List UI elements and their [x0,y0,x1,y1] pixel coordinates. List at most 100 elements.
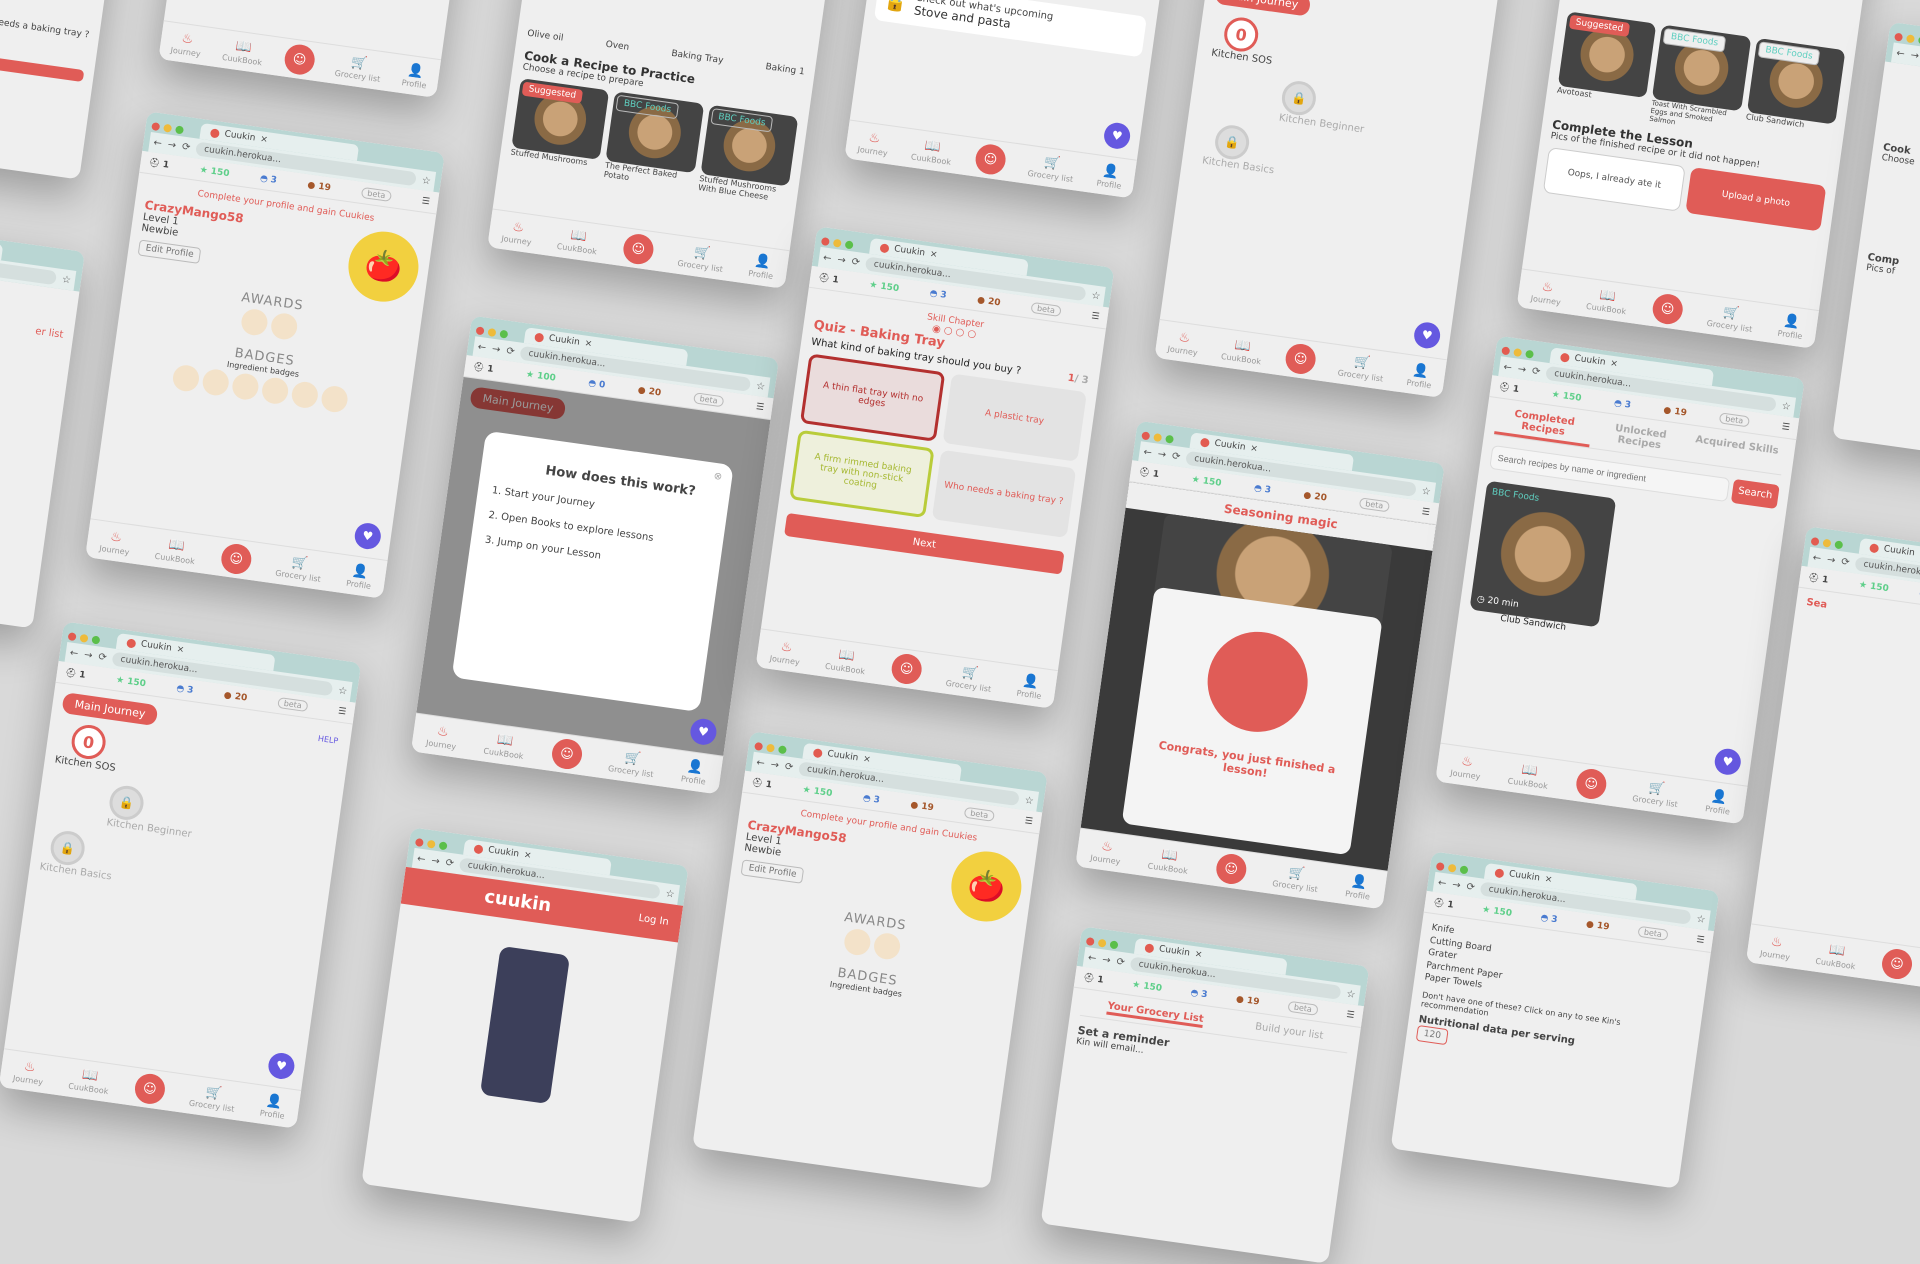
nav-grocery[interactable]: 🛒 Grocery list [1027,152,1076,183]
edit-profile-button[interactable]: Edit Profile [740,859,805,884]
nav-cuukbook[interactable]: 📖 CuukBook [910,136,953,167]
chat-button[interactable]: ♥ [266,1051,297,1081]
address-bar[interactable]: cuukin.herokua... [0,241,58,286]
star-icon[interactable]: ☆ [1696,913,1706,925]
nav-journey[interactable]: ♨ Journey [857,129,890,158]
mascot-button[interactable]: ☺ [1574,767,1609,801]
menu-icon[interactable]: ☰ [1024,816,1033,827]
nav-cuukbook[interactable]: 📖 CuukBook [68,1065,111,1096]
mascot-button[interactable]: ☺ [219,542,254,576]
lock-node[interactable]: 🔒 [1279,78,1319,118]
mascot-button[interactable]: ☺ [1214,852,1249,886]
answer-option[interactable]: A plastic tray [942,373,1087,462]
close-tab-icon[interactable]: × [929,249,938,260]
nav-grocery[interactable]: 🛒 Grocery list [677,242,726,273]
recipe-card[interactable]: BBC Foods The Perfect Baked Potato [603,91,704,191]
close-tab-icon[interactable]: × [176,644,185,655]
mascot-button[interactable]: ☺ [1879,947,1914,981]
reload-button[interactable]: ⟳ [98,651,108,663]
reload-button[interactable]: ⟳ [445,857,455,869]
tab-unlocked-recipes[interactable]: Unlocked Recipes [1590,420,1689,461]
nav-journey[interactable]: ♨ Journey [1090,837,1123,866]
mascot-button[interactable]: ☺ [973,142,1008,177]
back-button[interactable]: ← [822,252,832,264]
back-button[interactable]: ← [1812,552,1822,564]
tab-grocery-list[interactable]: Your Grocery List [1106,1000,1205,1028]
star-icon[interactable]: ☆ [1091,290,1101,302]
nav-cuukbook[interactable]: 📖 CuukBook [1507,760,1550,791]
window-controls[interactable] [1435,861,1469,874]
menu-icon[interactable]: ☰ [755,402,764,413]
nav-journey[interactable]: ♨ Journey [1167,328,1200,357]
forward-button[interactable]: → [1517,363,1527,375]
answer-wrong[interactable]: A thin flat tray with no edges [799,353,945,442]
tab-completed-recipes[interactable]: Completed Recipes [1494,406,1593,448]
chat-button[interactable]: ♥ [1102,121,1132,151]
window-controls[interactable] [151,121,185,134]
reload-button[interactable]: ⟳ [784,761,794,773]
back-button[interactable]: ← [1087,952,1097,964]
lock-node[interactable]: 🔒 [48,828,87,868]
star-icon[interactable]: ☆ [1421,485,1431,497]
tomato-avatar[interactable]: 🍅 [946,846,1026,927]
recipe-card[interactable]: Suggested Stuffed Mushrooms [509,78,610,178]
star-icon[interactable]: ☆ [1781,400,1791,412]
menu-icon[interactable]: ☰ [1421,507,1430,518]
back-button[interactable]: ← [1896,48,1906,60]
nav-cuukbook[interactable]: 📖 CuukBook [1815,940,1858,971]
nav-profile[interactable]: 👤 Profile [748,252,776,281]
browser-tab[interactable]: Cuukin× [0,223,4,261]
reload-button[interactable]: ⟳ [506,345,516,357]
reload-button[interactable]: ⟳ [851,256,861,268]
answer-option[interactable]: Who needs a baking tray ? [931,449,1077,538]
nav-cuukbook[interactable]: 📖 CuukBook [1586,285,1629,316]
nav-journey[interactable]: ♨ Journey [170,29,203,59]
nav-journey[interactable]: ♨ Journey [501,218,534,247]
star-icon[interactable]: ☆ [421,175,431,187]
back-button[interactable]: ← [1503,361,1513,373]
close-tab-icon[interactable]: × [862,754,871,765]
mascot-button[interactable]: ☺ [889,652,924,686]
forward-button[interactable]: → [491,343,501,355]
nav-grocery[interactable]: 🛒 Grocery list [275,552,324,583]
window-controls[interactable] [475,325,509,339]
window-controls[interactable] [1810,536,1844,549]
mascot-button[interactable]: ☺ [1283,341,1318,376]
back-button[interactable]: ← [756,757,766,769]
answer-correct[interactable]: A firm rimmed baking tray with non-stick… [789,429,935,519]
back-button[interactable]: ← [1437,877,1447,889]
close-tab-icon[interactable]: × [1610,359,1619,370]
menu-icon[interactable]: ☰ [338,706,347,717]
nav-grocery[interactable]: 🛒 Grocery list [607,748,656,779]
window-controls[interactable] [1501,345,1535,359]
back-button[interactable]: ← [416,853,426,865]
close-tab-icon[interactable]: × [260,134,269,145]
window-controls[interactable] [820,236,854,249]
mascot-button[interactable]: ☺ [132,1071,167,1106]
window-controls[interactable] [1085,936,1119,949]
close-tab-icon[interactable]: × [1250,444,1259,455]
chat-button[interactable]: ♥ [1713,747,1743,777]
nav-cuukbook[interactable]: 📖 CuukBook [483,730,526,761]
nav-cuukbook[interactable]: 📖 CuukBook [222,36,265,67]
nav-profile[interactable]: 👤 Profile [1096,162,1124,191]
tab-build-list[interactable]: Build your list [1254,1021,1324,1044]
window-controls[interactable] [67,631,101,645]
recipe-card[interactable]: BBC Foods Club Sandwich [1743,37,1846,148]
forward-button[interactable]: → [167,139,177,151]
nav-grocery[interactable]: 🛒 Grocery list [1632,778,1681,809]
star-icon[interactable]: ☆ [755,380,765,392]
reload-button[interactable]: ⟳ [1841,556,1851,568]
recipe-card[interactable]: BBC Foods Stuffed Mushrooms With Blue Che… [698,104,799,205]
tab-acquired-skills[interactable]: Acquired Skills [1687,433,1786,474]
nav-journey[interactable]: ♨ Journey [99,528,132,557]
menu-icon[interactable]: ☰ [1346,1009,1355,1020]
recipe-card[interactable]: Suggested Avotoast [1554,11,1657,121]
login-button[interactable]: Log In [638,913,670,928]
close-icon[interactable]: ⊗ [713,471,723,483]
window-controls[interactable] [754,741,787,754]
close-tab-icon[interactable]: × [1544,874,1553,885]
nav-journey[interactable]: ♨ Journey [769,638,802,667]
forward-button[interactable]: → [1451,879,1461,891]
edit-profile-button[interactable]: Edit Profile [137,239,202,264]
